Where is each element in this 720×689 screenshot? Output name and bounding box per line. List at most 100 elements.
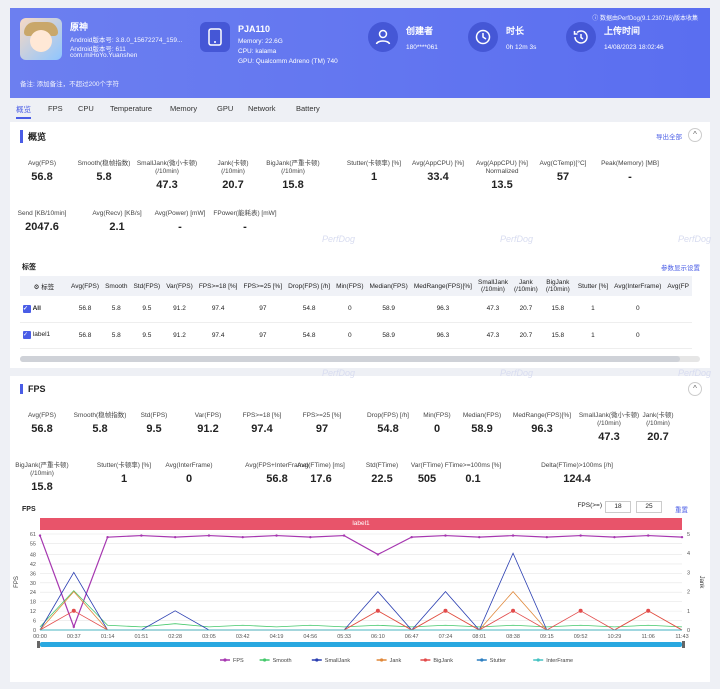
column-header[interactable]: Avg(InterFrame) [611,276,665,296]
column-header[interactable]: SmallJank (/10min) [474,276,511,296]
column-header[interactable]: Std(FPS) [130,276,164,296]
metric-avg: Avg(AppCPU) [%] Normalized 13.5 [467,160,537,191]
y-axis-label: FPS [14,576,20,588]
upload-card: 上传时间 14/08/2023 18:02:46 [566,22,696,66]
column-header[interactable]: BigJank (/10min) [540,276,575,296]
bigjank-point [646,608,651,613]
tab-memory[interactable]: Memory [170,104,197,113]
table-cell: 54.8 [285,322,334,349]
metric-bigjank: BigJank(严重卡顿) (/10min) 15.8 [7,462,77,493]
metric-label: Peak(Memory) [MB] [601,160,659,167]
table-cell: 9.5 [130,296,164,323]
table-horizontal-scrollbar[interactable] [20,356,700,362]
tab-network[interactable]: Network [248,104,276,113]
tab-fps[interactable]: FPS [48,104,63,113]
column-header[interactable]: FPS>=25 [%] [240,276,286,296]
label-table: ⚙ 标签 Avg(FPS) Smooth Std(FPS) Var(FPS) FPS>=1… [20,276,692,349]
fps-point [613,535,616,539]
x-tick-label: 04:56 [303,634,317,640]
column-header[interactable]: Jank (/10min) [510,276,541,296]
metric-label: BigJank(严重卡顿) (/10min) [15,462,69,477]
fps-threshold-input-1[interactable]: 18 [605,501,631,513]
range-handle-left [37,641,40,648]
metric-value: - [178,221,182,233]
collapse-fps-button[interactable]: ^ [688,382,702,396]
legend-label-jank: Jank [390,658,402,664]
fps-chart[interactable]: 06121824303642485561012345FPS Jank00:00 00… [10,532,710,677]
legend-marker [263,658,267,662]
column-header[interactable]: Drop(FPS) [/h] [285,276,334,296]
metric-value: 15.8 [31,481,53,493]
tab-cpu[interactable]: CPU [78,104,94,113]
table-row[interactable]: ✓ label1 56.8 5.8 9.5 91.2 97.4 97 54.8 0 58.9 96.… [20,322,692,349]
range-handle-right [682,641,685,648]
bigjank-point [375,608,380,613]
metric-value: 20.7 [647,431,669,443]
column-header[interactable]: Avg(FPS) [68,276,103,296]
row-checkbox[interactable]: ✓ [23,331,31,339]
metric-label: Avg(Recv) [KB/s] [92,210,142,217]
fps-point [410,535,413,539]
table-cell: 58.9 [366,322,411,349]
column-settings-link[interactable]: 参数显示设置 [661,262,700,272]
y-tick-label: 30 [30,581,36,587]
user-icon [368,22,398,52]
column-header[interactable]: MedRange(FPS)[%] [410,276,475,296]
column-header[interactable]: FPS>=18 [%] [195,276,241,296]
metric-smalljank: SmallJank(微小卡顿) (/10min) 47.3 [132,160,202,191]
legend-marker [423,658,427,662]
metric-avg: Avg(InterFrame) 0 [154,462,224,485]
metric-value: 97 [315,423,329,435]
device-memory: Memory: 22.6G [238,38,283,45]
column-header[interactable]: Min(FPS) [333,276,367,296]
device-cpu: CPU: kalama [238,48,277,55]
row-checkbox[interactable]: ✓ [23,304,31,313]
column-header[interactable]: Avg(FP [664,276,692,296]
column-header[interactable]: ⚙ 标签 [20,276,68,296]
fps-point [680,535,684,539]
scrollbar-thumb[interactable] [20,356,680,362]
column-header[interactable]: Smooth [102,276,131,296]
table-cell: 20.7 [510,296,541,323]
metric-label: Send [KB/10min] [17,210,67,217]
settings-icon[interactable]: ⚙ [34,284,40,291]
x-tick-label: 11:43 [675,634,688,640]
label1-bar[interactable]: label1 [40,518,682,530]
metric-label: Smooth(稳帧指数) [77,160,131,167]
app-icon [20,18,62,60]
series-line-smalljank [39,552,682,631]
tab-overview[interactable]: 概览 [16,104,31,119]
fps-chart-title: FPS [22,506,36,513]
legend-label-stutter: Stutter [490,658,506,664]
column-header[interactable]: Median(FPS) [366,276,411,296]
table-cell: 97.4 [195,296,241,323]
perfdog-version-info[interactable]: ⓘ 数据由PerfDog(9.1.230716)版本收集 [592,13,698,22]
series-line-smooth [39,590,683,628]
x-tick-label: 08:38 [506,634,520,640]
table-cell: 91.2 [163,296,196,323]
table-cell: 5.8 [102,296,131,323]
series-line-fps [39,534,683,629]
table-cell: 91.2 [163,322,196,349]
x-tick-label: 00:37 [67,634,81,640]
bigjank-point [578,608,583,613]
table-cell: 56.8 [68,322,103,349]
reset-button[interactable]: 重置 [675,504,688,514]
tab-gpu[interactable]: GPU [217,104,233,113]
note-field[interactable]: 备注: 添加备注，不超过200个字符 [20,78,119,88]
collapse-overview-button[interactable]: ^ [688,128,702,142]
table-row[interactable]: ✓ All 56.8 5.8 9.5 91.2 97.4 97 54.8 0 58.9 96.3 47… [20,296,692,323]
export-all-link[interactable]: 导出全部 [656,131,682,141]
table-cell: ✓ label1 [20,322,68,349]
y-tick-label: 42 [30,562,36,568]
table-cell: 0 [611,296,665,323]
fps-threshold-input-2[interactable]: 25 [636,501,662,513]
tab-temperature[interactable]: Temperature [110,104,152,113]
metric-avg: Avg(AppCPU) [%] 33.4 [403,160,473,183]
metric-value: 2047.6 [25,221,59,233]
column-header[interactable]: Stutter [%] [574,276,612,296]
x-tick-label: 01:51 [134,634,148,640]
column-header[interactable]: Var(FPS) [163,276,196,296]
fps-point [140,534,143,537]
tab-battery[interactable]: Battery [296,104,320,113]
